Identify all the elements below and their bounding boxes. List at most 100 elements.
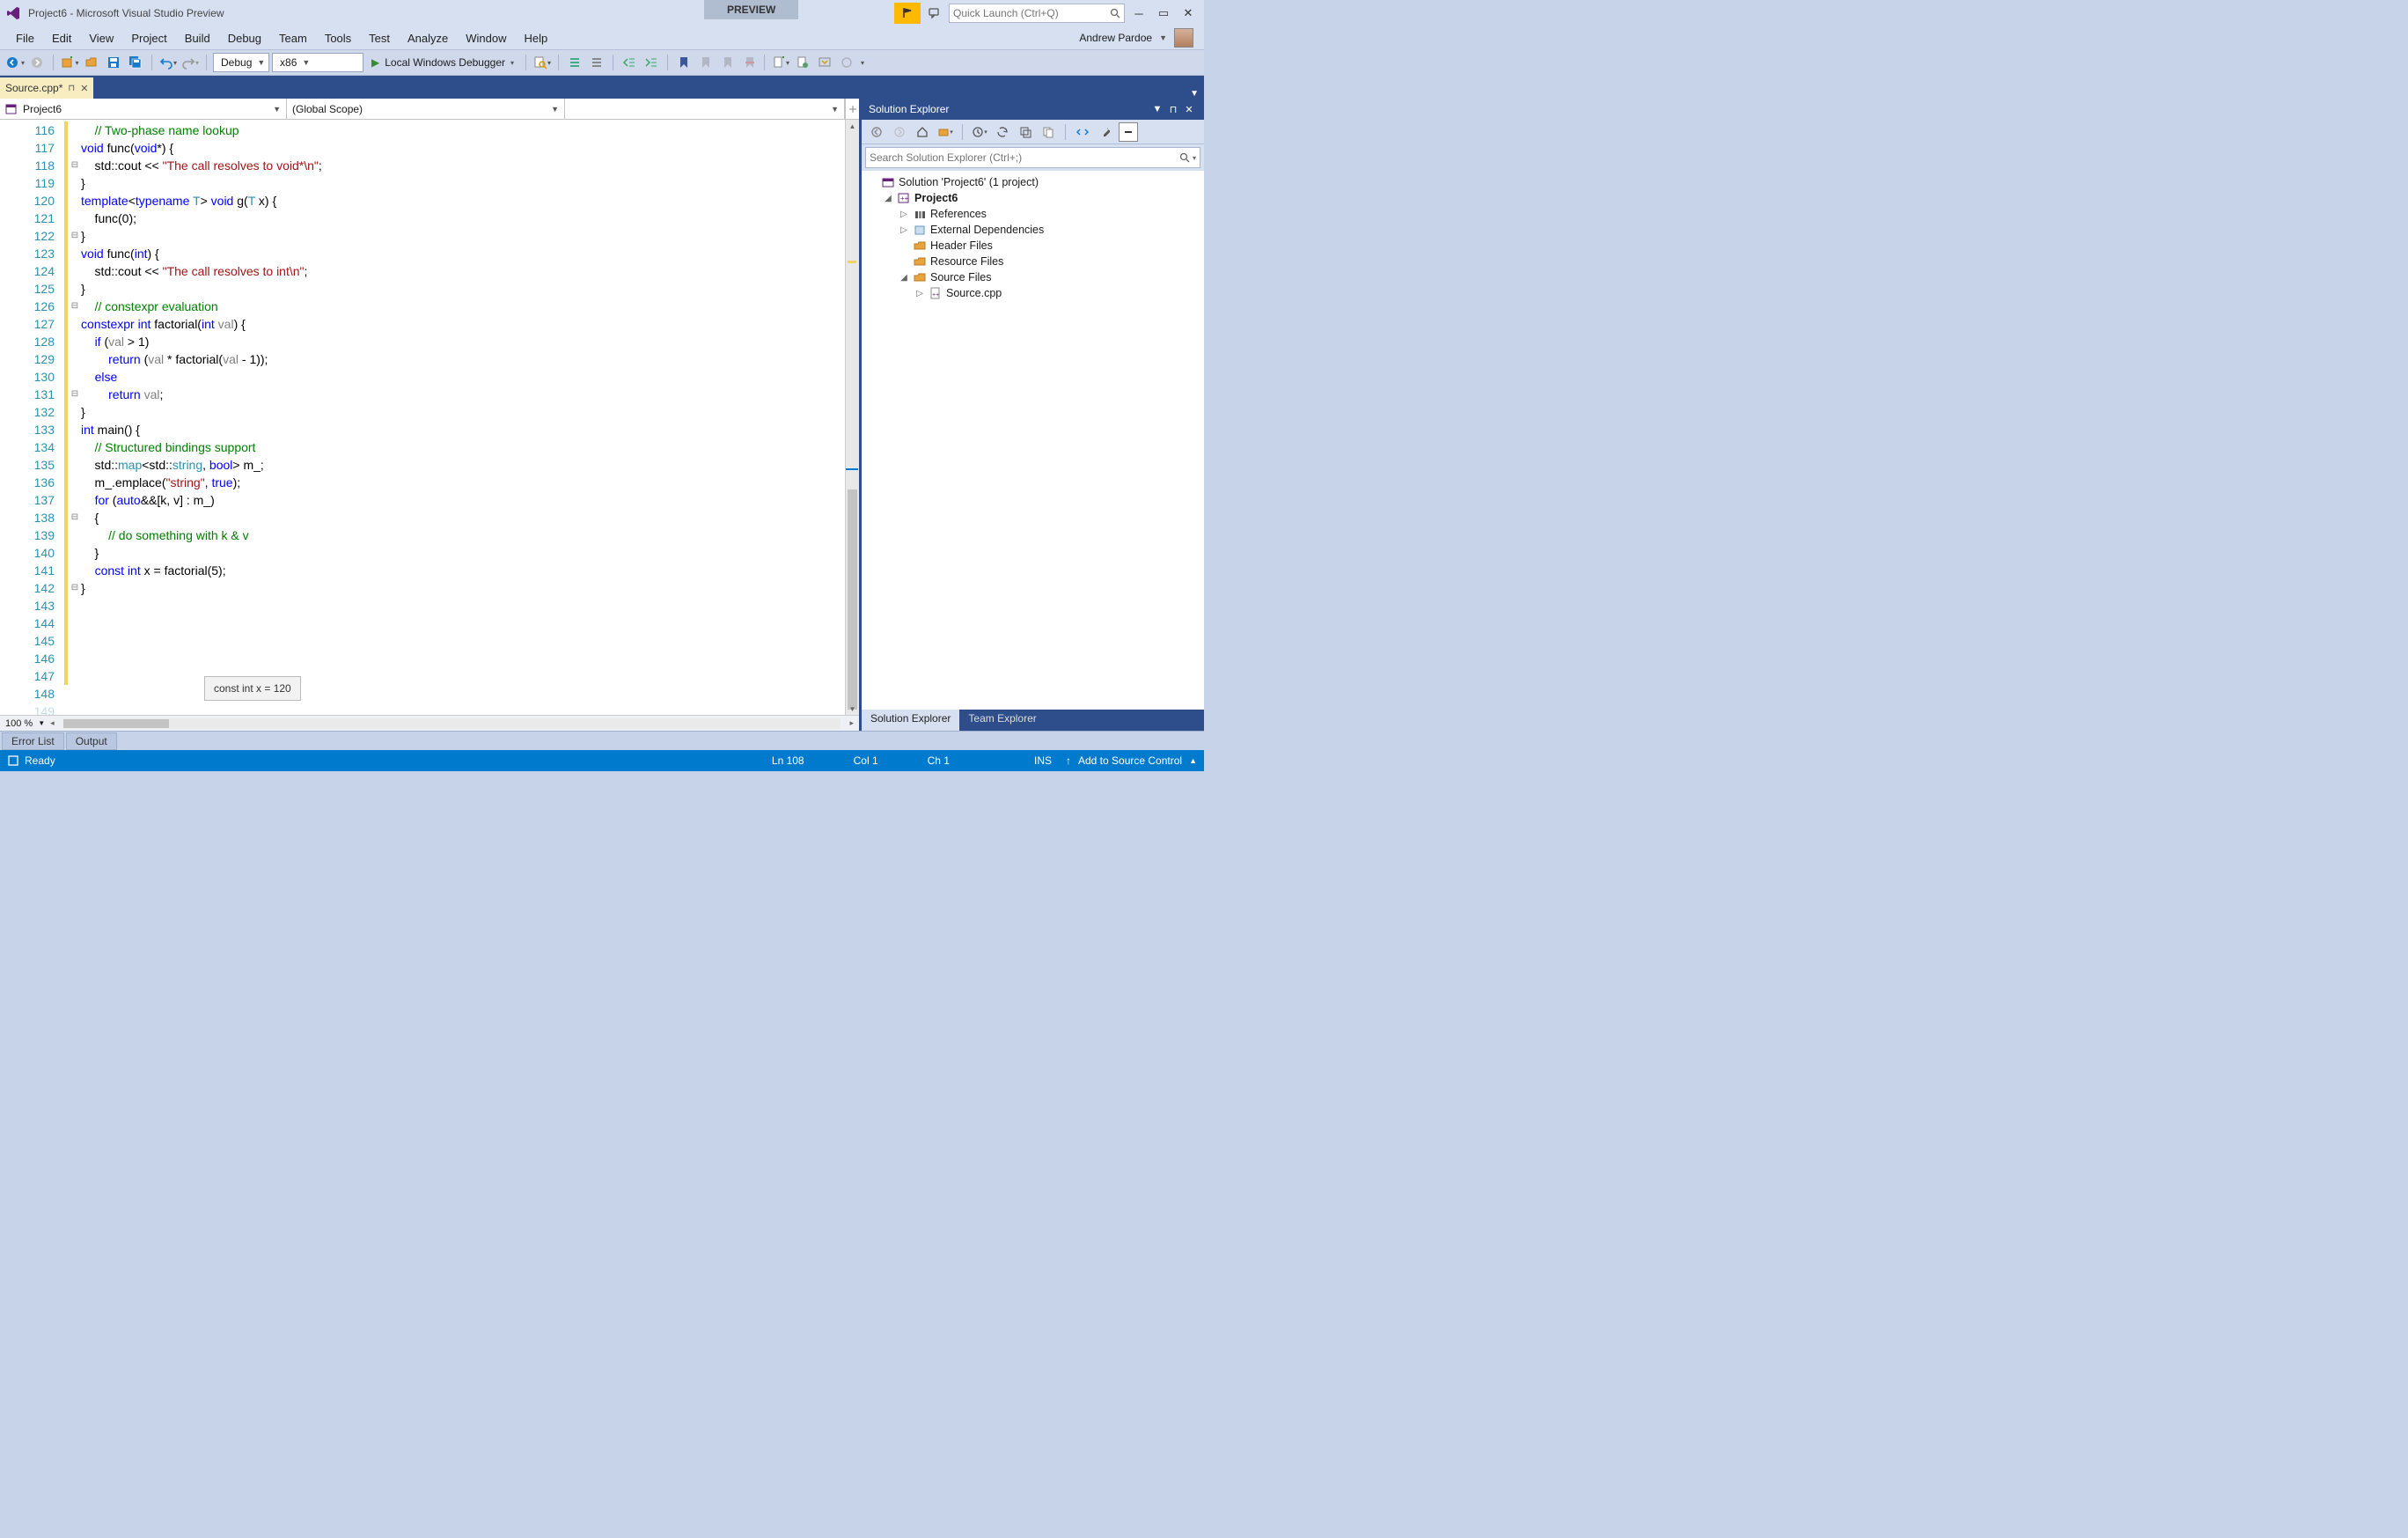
- tree-row[interactable]: ▷External Dependencies: [863, 222, 1202, 238]
- se-back-icon[interactable]: [867, 122, 886, 142]
- nav-back-button[interactable]: ▾: [5, 53, 25, 72]
- minimize-button[interactable]: ─: [1128, 3, 1149, 24]
- close-panel-icon[interactable]: ✕: [1181, 101, 1197, 117]
- new-item-button[interactable]: ▾: [771, 53, 790, 72]
- tool-tab-output[interactable]: Output: [66, 732, 117, 750]
- menu-analyze[interactable]: Analyze: [399, 29, 457, 48]
- next-bookmark-button[interactable]: [718, 53, 738, 72]
- chevron-up-icon[interactable]: ▲: [1189, 756, 1197, 765]
- status-ch[interactable]: Ch 1: [928, 754, 950, 767]
- nav-member-dropdown[interactable]: ▼: [565, 99, 845, 119]
- code-content[interactable]: // Two-phase name lookupvoid func(void*)…: [81, 120, 845, 715]
- user-account[interactable]: Andrew Pardoe ▼: [1079, 28, 1197, 48]
- tree-row[interactable]: ◢++Project6: [863, 190, 1202, 206]
- zoom-level[interactable]: 100 %: [5, 718, 33, 729]
- menu-test[interactable]: Test: [360, 29, 399, 48]
- tree-row[interactable]: ◢Source Files: [863, 269, 1202, 285]
- menu-file[interactable]: File: [7, 29, 43, 48]
- nav-forward-button[interactable]: [27, 53, 47, 72]
- se-show-all-files-icon[interactable]: [1039, 122, 1058, 142]
- panel-menu-icon[interactable]: ▼: [1149, 101, 1165, 117]
- status-ins[interactable]: INS: [1034, 754, 1052, 767]
- se-sync-icon[interactable]: [993, 122, 1012, 142]
- menu-view[interactable]: View: [80, 29, 122, 48]
- solution-config-dropdown[interactable]: Debug▼: [213, 53, 269, 72]
- se-forward-icon[interactable]: [890, 122, 909, 142]
- tree-row[interactable]: Resource Files: [863, 254, 1202, 269]
- solution-explorer-search[interactable]: ▾: [865, 147, 1200, 168]
- tool-tab-error-list[interactable]: Error List: [2, 732, 64, 750]
- nav-project-dropdown[interactable]: Project6 ▼: [0, 99, 287, 119]
- save-all-button[interactable]: [126, 53, 145, 72]
- fold-column[interactable]: ⊟ ⊟ ⊟ ⊟ ⊟ ⊟: [69, 120, 81, 715]
- open-file-button[interactable]: [82, 53, 101, 72]
- menu-debug[interactable]: Debug: [219, 29, 270, 48]
- tree-row[interactable]: ▷++Source.cpp: [863, 285, 1202, 301]
- menu-edit[interactable]: Edit: [43, 29, 80, 48]
- tree-row[interactable]: Header Files: [863, 238, 1202, 254]
- publish-icon[interactable]: ↑: [1066, 754, 1071, 767]
- bookmark-button[interactable]: [674, 53, 694, 72]
- status-line[interactable]: Ln 108: [772, 754, 804, 767]
- status-col[interactable]: Col 1: [854, 754, 878, 767]
- menu-project[interactable]: Project: [122, 29, 175, 48]
- panel-tab-solution-explorer[interactable]: Solution Explorer: [862, 710, 959, 731]
- maximize-button[interactable]: ▭: [1153, 3, 1174, 24]
- quick-launch-input[interactable]: [953, 7, 1110, 19]
- pin-icon[interactable]: ⊓: [1165, 101, 1181, 117]
- se-pending-changes-icon[interactable]: ▾: [970, 122, 989, 142]
- avatar[interactable]: [1174, 28, 1193, 48]
- prev-bookmark-button[interactable]: [696, 53, 716, 72]
- unknown-tb-1[interactable]: [793, 53, 812, 72]
- close-tab-icon[interactable]: ✕: [80, 83, 88, 94]
- hscroll-right-icon[interactable]: ▸: [849, 718, 854, 728]
- solution-tree[interactable]: Solution 'Project6' (1 project)◢++Projec…: [862, 171, 1204, 710]
- menu-window[interactable]: Window: [457, 29, 515, 48]
- increase-indent-button[interactable]: [642, 53, 661, 72]
- panel-tab-team-explorer[interactable]: Team Explorer: [959, 710, 1045, 731]
- redo-button[interactable]: ▾: [180, 53, 200, 72]
- unknown-tb-3[interactable]: [837, 53, 856, 72]
- se-solutions-folders-icon[interactable]: ▾: [936, 122, 955, 142]
- source-control-button[interactable]: Add to Source Control: [1078, 754, 1182, 767]
- feedback-icon[interactable]: [924, 3, 945, 24]
- scrollbar-thumb[interactable]: [848, 489, 857, 710]
- search-options-icon[interactable]: ▾: [1193, 154, 1196, 162]
- menu-build[interactable]: Build: [176, 29, 219, 48]
- decrease-indent-button[interactable]: [620, 53, 639, 72]
- tree-row[interactable]: Solution 'Project6' (1 project): [863, 174, 1202, 190]
- document-tab[interactable]: Source.cpp* ⊓ ✕: [0, 77, 93, 99]
- tab-well-menu-icon[interactable]: ▼: [1185, 89, 1204, 99]
- close-button[interactable]: ✕: [1178, 3, 1199, 24]
- menu-help[interactable]: Help: [516, 29, 557, 48]
- se-properties-icon[interactable]: [1096, 122, 1115, 142]
- menu-tools[interactable]: Tools: [316, 29, 360, 48]
- solution-platform-dropdown[interactable]: x86▼: [272, 53, 363, 72]
- start-debug-button[interactable]: ▶Local Windows Debugger▾: [366, 53, 519, 72]
- undo-button[interactable]: ▾: [158, 53, 178, 72]
- menu-team[interactable]: Team: [270, 29, 316, 48]
- hscroll-left-icon[interactable]: ◂: [50, 718, 55, 728]
- split-editor-icon[interactable]: [845, 99, 859, 119]
- se-view-code-icon[interactable]: [1073, 122, 1092, 142]
- se-collapse-all-icon[interactable]: [1016, 122, 1035, 142]
- se-home-icon[interactable]: [913, 122, 932, 142]
- nav-scope-dropdown[interactable]: (Global Scope) ▼: [287, 99, 565, 119]
- horizontal-scrollbar[interactable]: [63, 718, 841, 729]
- clear-bookmarks-button[interactable]: [740, 53, 760, 72]
- notifications-flag-icon[interactable]: [894, 3, 921, 24]
- comment-button[interactable]: [565, 53, 584, 72]
- new-project-button[interactable]: ▾: [60, 53, 79, 72]
- unknown-tb-2[interactable]: [815, 53, 834, 72]
- quick-launch[interactable]: [949, 4, 1125, 23]
- save-button[interactable]: [104, 53, 123, 72]
- toolbar-overflow-icon[interactable]: ▾: [861, 59, 864, 67]
- zoom-dropdown-icon[interactable]: ▼: [38, 719, 45, 727]
- uncomment-button[interactable]: [587, 53, 606, 72]
- vertical-scrollbar[interactable]: ▲ ▼: [845, 120, 859, 715]
- pin-icon[interactable]: ⊓: [68, 84, 75, 93]
- find-in-files-button[interactable]: ▾: [532, 53, 552, 72]
- solution-explorer-search-input[interactable]: [870, 151, 1179, 164]
- se-preview-icon[interactable]: [1119, 122, 1138, 142]
- tree-row[interactable]: ▷References: [863, 206, 1202, 222]
